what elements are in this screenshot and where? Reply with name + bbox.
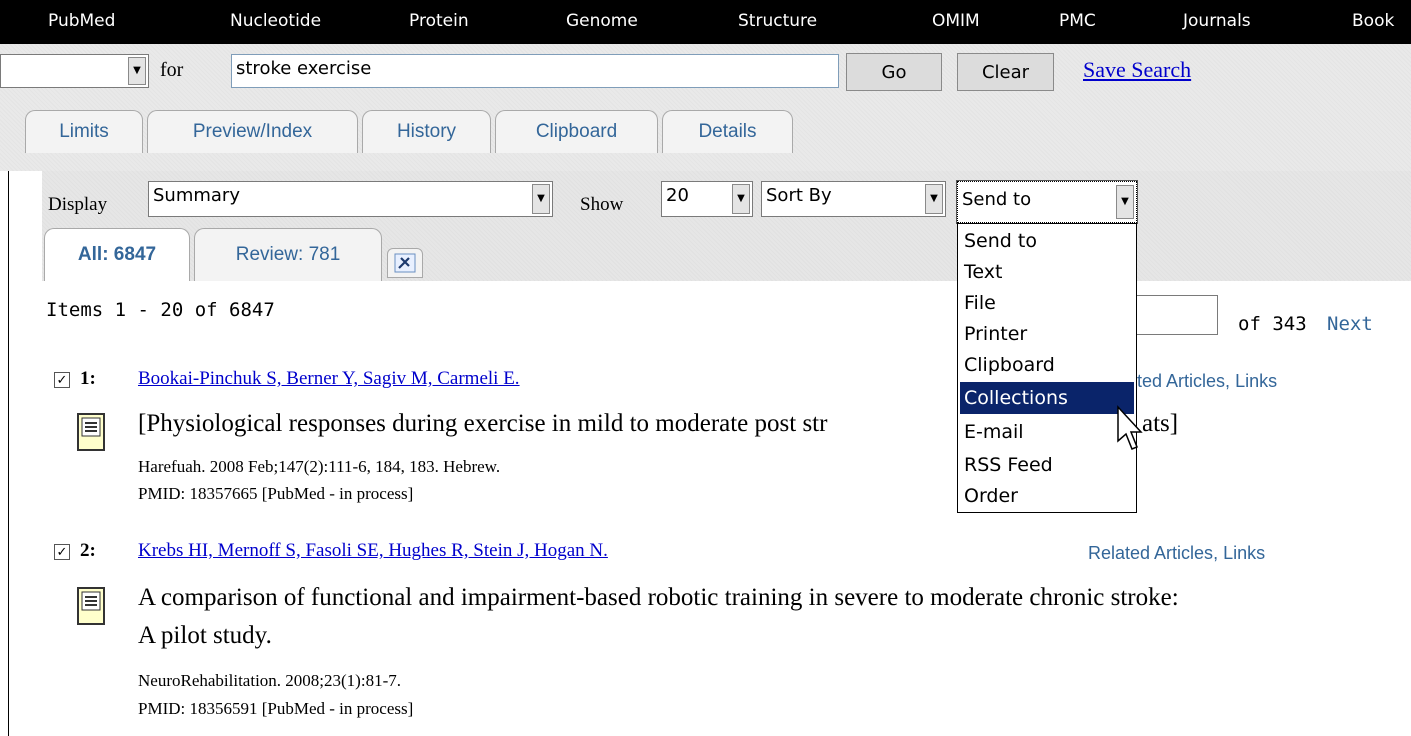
nav-pubmed[interactable]: PubMed (48, 10, 115, 32)
send-to-value: Send to (962, 189, 1032, 210)
page-total: of 343 (1238, 313, 1307, 335)
nav-omim[interactable]: OMIM (932, 10, 980, 32)
result-journal: NeuroRehabilitation. 2008;23(1):81-7. (138, 671, 401, 690)
next-page-link[interactable]: Next (1327, 313, 1373, 335)
links-text: Links (1223, 543, 1266, 563)
dropdown-option-send-to[interactable]: Send to (960, 225, 1134, 257)
result-title-tail: ats] (1142, 410, 1179, 437)
links-text: Links (1235, 371, 1278, 391)
dropdown-option-email[interactable]: E-mail (960, 416, 1134, 448)
dropdown-option-text[interactable]: Text (960, 256, 1134, 288)
search-area: ▼ for stroke exercise Go Clear Save Sear… (0, 44, 1411, 171)
dropdown-option-rss-feed[interactable]: RSS Feed (960, 449, 1134, 481)
abstract-document-icon[interactable] (76, 412, 106, 452)
result-title-line2: A pilot study. (138, 622, 272, 649)
send-to-select[interactable]: Send to ▼ (956, 180, 1138, 224)
sort-by-value: Sort By (766, 185, 832, 206)
dropdown-option-file[interactable]: File (960, 287, 1134, 319)
result-title: [Physiological responses during exercise… (138, 410, 828, 437)
result-checkbox[interactable]: ✓ (54, 372, 70, 388)
abstract-document-icon[interactable] (76, 586, 106, 626)
result-number: 1: (80, 368, 96, 389)
related-articles-text: Related Articles (1088, 543, 1214, 563)
result-authors-link[interactable]: Krebs HI, Mernoff S, Fasoli SE, Hughes R… (138, 540, 608, 562)
result-pmid: PMID: 18356591 [PubMed - in process] (138, 699, 414, 718)
related-articles-link[interactable]: Related Articles, Links (1088, 543, 1265, 564)
related-articles-text: ted Articles (1137, 371, 1226, 391)
result-number: 2: (80, 540, 96, 561)
display-select[interactable]: Summary ▼ (148, 181, 553, 217)
save-search-link[interactable]: Save Search (1083, 57, 1191, 83)
tab-all-results[interactable]: All: 6847 (44, 228, 190, 281)
tools-icon (394, 253, 416, 273)
clear-button[interactable]: Clear (957, 53, 1054, 91)
chevron-down-icon[interactable]: ▼ (1116, 185, 1134, 219)
chevron-down-icon[interactable]: ▼ (532, 184, 550, 214)
mouse-cursor-icon (1117, 405, 1143, 450)
dropdown-option-collections[interactable]: Collections (960, 382, 1134, 414)
nav-genome[interactable]: Genome (566, 10, 638, 32)
display-label: Display (48, 194, 108, 215)
show-label: Show (580, 194, 624, 215)
nav-pmc[interactable]: PMC (1059, 10, 1096, 32)
show-count-value: 20 (666, 185, 689, 206)
sort-by-select[interactable]: Sort By ▼ (761, 181, 946, 217)
tab-limits[interactable]: Limits (25, 110, 143, 153)
result-pmid: PMID: 18357665 [PubMed - in process] (138, 484, 414, 503)
result-journal: Harefuah. 2008 Feb;147(2):111-6, 184, 18… (138, 457, 501, 476)
nav-books[interactable]: Book (1352, 10, 1394, 32)
tab-details[interactable]: Details (662, 110, 793, 153)
tab-history[interactable]: History (362, 110, 491, 153)
nav-protein[interactable]: Protein (409, 10, 469, 32)
result-checkbox[interactable]: ✓ (54, 544, 70, 560)
chevron-down-icon[interactable]: ▼ (925, 184, 943, 214)
chevron-down-icon[interactable]: ▼ (732, 184, 750, 214)
dropdown-option-order[interactable]: Order (960, 480, 1134, 512)
result-authors-link[interactable]: Bookai-Pinchuk S, Berner Y, Sagiv M, Car… (138, 368, 520, 390)
page-number-input[interactable] (1136, 295, 1218, 335)
dropdown-option-printer[interactable]: Printer (960, 318, 1134, 350)
related-articles-link[interactable]: ted Articles, Links (1137, 371, 1277, 392)
tab-review-results[interactable]: Review: 781 (194, 228, 382, 281)
top-nav-bar: PubMed Nucleotide Protein Genome Structu… (0, 0, 1411, 44)
items-count: Items 1 - 20 of 6847 (46, 299, 275, 321)
nav-structure[interactable]: Structure (738, 10, 817, 32)
tab-preview-index[interactable]: Preview/Index (147, 110, 358, 153)
dropdown-option-clipboard[interactable]: Clipboard (960, 349, 1134, 381)
left-border (8, 171, 9, 736)
customize-tab[interactable] (387, 248, 423, 278)
database-select[interactable]: ▼ (0, 54, 149, 88)
display-select-value: Summary (153, 185, 240, 206)
chevron-down-icon[interactable]: ▼ (128, 57, 146, 85)
for-label: for (160, 59, 184, 81)
search-input[interactable]: stroke exercise (231, 54, 839, 88)
result-title: A comparison of functional and impairmen… (138, 584, 1179, 611)
go-button[interactable]: Go (846, 53, 942, 91)
send-to-dropdown-list: Send to Text File Printer Clipboard Coll… (957, 223, 1137, 513)
nav-journals[interactable]: Journals (1183, 10, 1251, 32)
nav-nucleotide[interactable]: Nucleotide (230, 10, 321, 32)
tab-clipboard[interactable]: Clipboard (495, 110, 658, 153)
show-count-select[interactable]: 20 ▼ (661, 181, 753, 217)
